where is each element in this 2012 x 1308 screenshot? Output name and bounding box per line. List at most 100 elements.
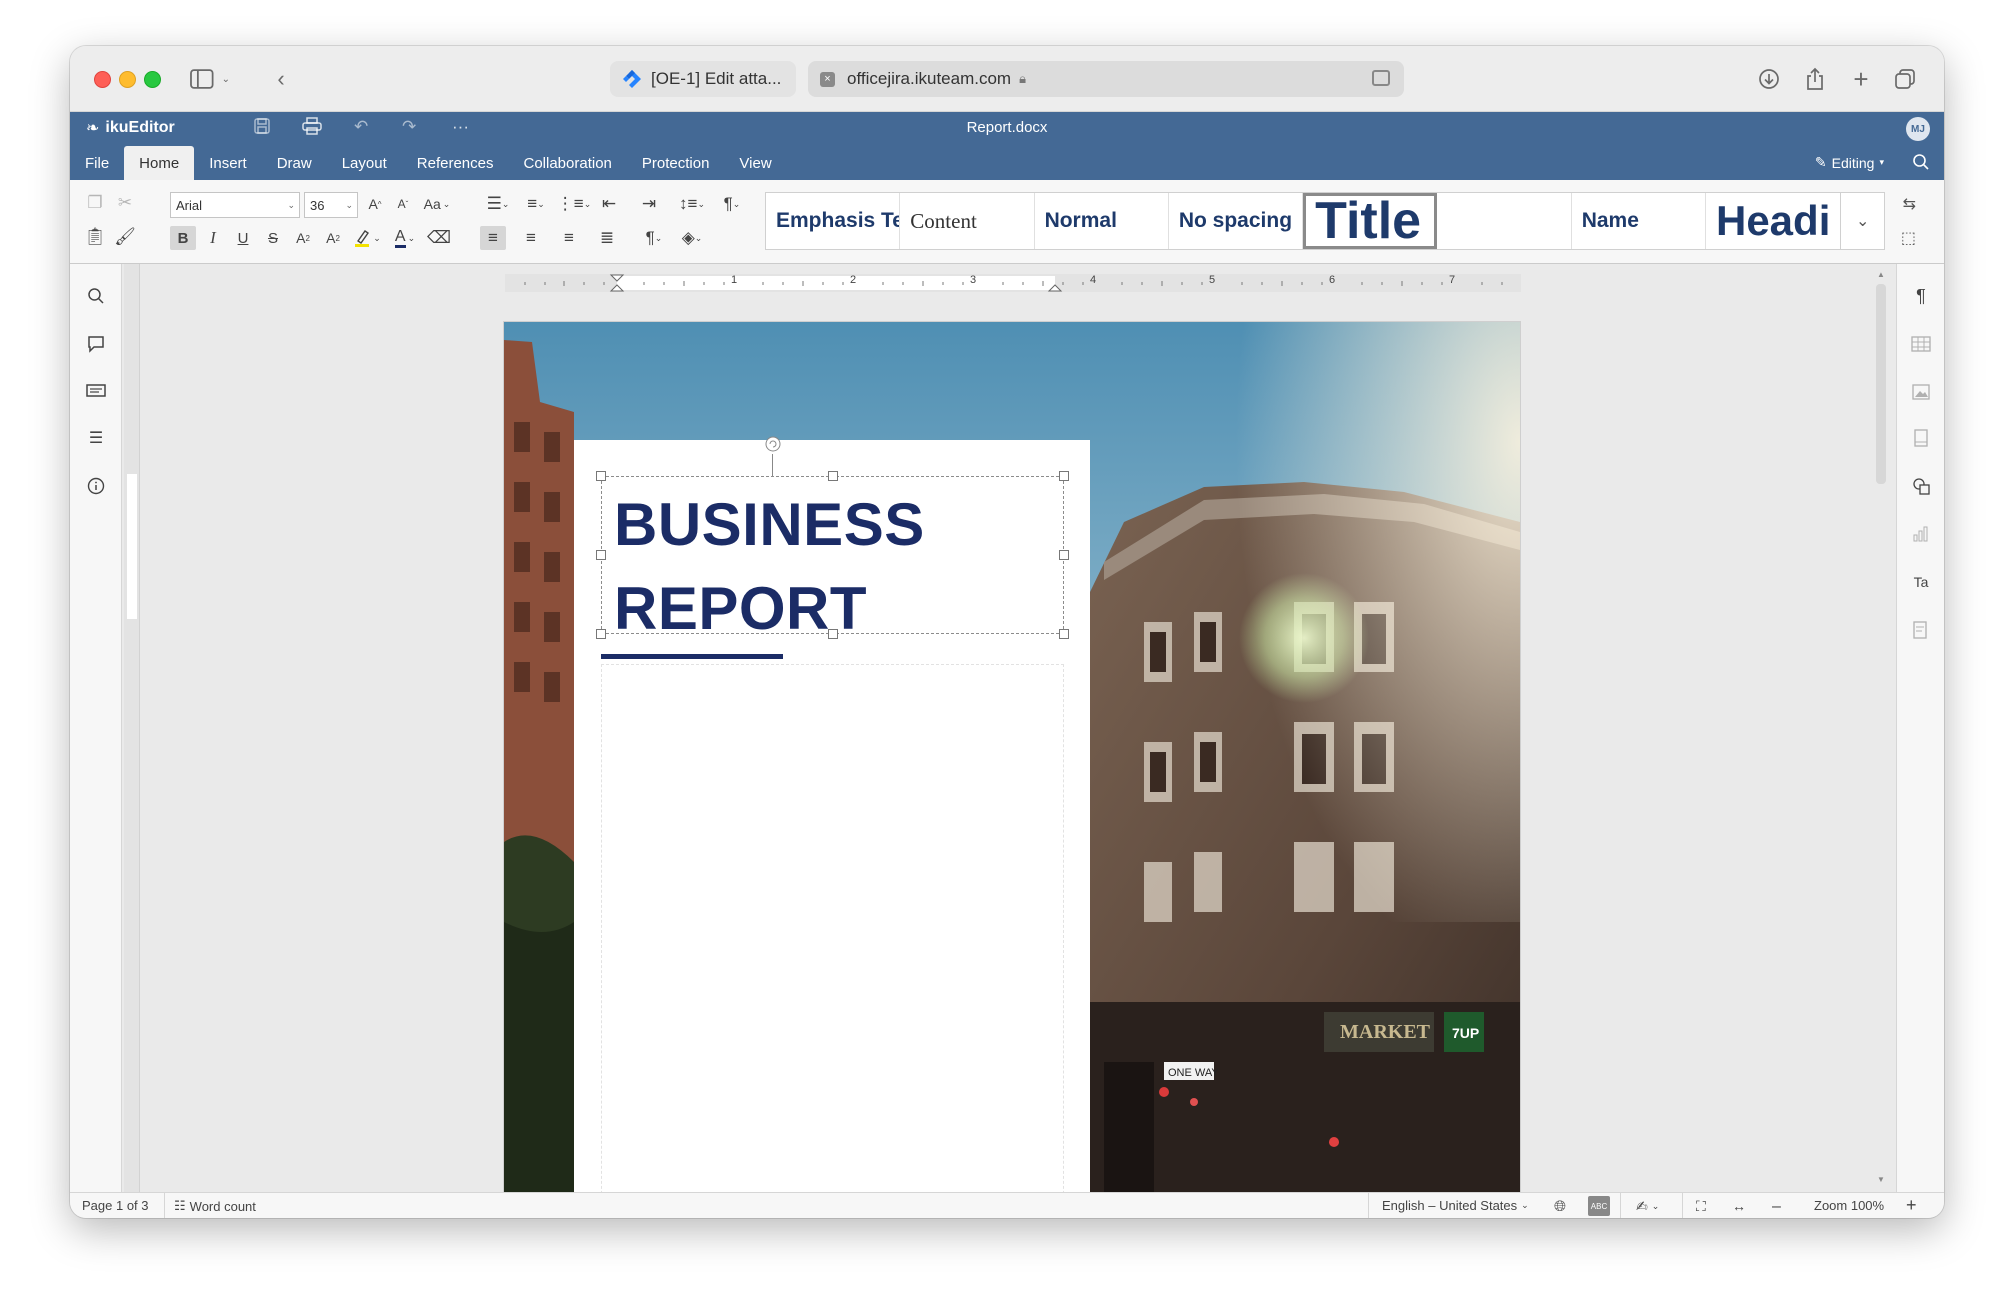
menu-file[interactable]: File bbox=[70, 146, 124, 180]
share-icon[interactable] bbox=[1800, 62, 1830, 96]
scroll-up-icon[interactable]: ▲ bbox=[1877, 270, 1885, 279]
change-case-icon[interactable]: Aa ⌄ bbox=[420, 192, 454, 216]
search-icon[interactable] bbox=[84, 284, 108, 308]
align-right-icon[interactable]: ≡ bbox=[556, 226, 582, 250]
numbered-list-icon[interactable]: ≡ ⌄ bbox=[518, 192, 554, 216]
body-text-frame[interactable] bbox=[601, 664, 1064, 1192]
increase-font-icon[interactable]: A ^ bbox=[364, 192, 386, 216]
tab-overview-icon[interactable] bbox=[1890, 62, 1920, 96]
zoom-level[interactable]: Zoom 100% bbox=[1814, 1198, 1884, 1213]
page-indicator[interactable]: Page 1 of 3 bbox=[82, 1198, 149, 1213]
style-name[interactable]: Name bbox=[1572, 193, 1706, 249]
bullet-list-icon[interactable]: ☰ ⌄ bbox=[480, 192, 516, 216]
address-bar[interactable]: × officejira.ikuteam.com 🔒︎ bbox=[808, 61, 1404, 97]
menu-draw[interactable]: Draw bbox=[262, 146, 327, 180]
strikethrough-icon[interactable]: S bbox=[260, 226, 286, 250]
word-count-button[interactable]: ☷ Word count bbox=[174, 1198, 256, 1214]
sidebar-toggle-icon[interactable]: ⌄ bbox=[190, 62, 230, 96]
chat-icon[interactable] bbox=[84, 380, 108, 404]
align-center-icon[interactable]: ≡ bbox=[518, 226, 544, 250]
align-left-icon[interactable]: ≡ bbox=[480, 226, 506, 250]
style-title[interactable]: Title bbox=[1303, 193, 1438, 249]
superscript-icon[interactable]: A2 bbox=[290, 226, 316, 250]
navigation-icon[interactable]: ☰ bbox=[84, 426, 108, 450]
scrollbar-thumb[interactable] bbox=[1876, 284, 1886, 484]
decrease-font-icon[interactable]: Aˇ bbox=[392, 192, 414, 216]
bold-icon[interactable]: B bbox=[170, 226, 196, 250]
new-tab-icon[interactable]: + bbox=[1846, 62, 1876, 96]
image-settings-icon[interactable] bbox=[1909, 380, 1933, 404]
font-color-icon[interactable]: A ⌄ bbox=[388, 226, 422, 250]
zoom-in-icon[interactable]: + bbox=[1906, 1195, 1917, 1216]
reader-icon[interactable] bbox=[1372, 70, 1390, 86]
nonprinting-characters-icon[interactable]: ¶ ⌄ bbox=[636, 226, 672, 250]
back-icon[interactable]: ‹ bbox=[266, 62, 296, 96]
menu-layout[interactable]: Layout bbox=[327, 146, 402, 180]
close-window-button[interactable] bbox=[94, 71, 111, 88]
menu-view[interactable]: View bbox=[724, 146, 786, 180]
form-settings-icon[interactable] bbox=[1909, 618, 1933, 642]
shape-settings-icon[interactable] bbox=[1909, 474, 1933, 498]
paragraph-settings-icon[interactable]: ¶ bbox=[1909, 284, 1933, 308]
menu-protection[interactable]: Protection bbox=[627, 146, 725, 180]
cut-icon[interactable]: ✂ bbox=[112, 191, 138, 215]
minimize-window-button[interactable] bbox=[119, 71, 136, 88]
highlight-icon[interactable]: ⌄ bbox=[350, 226, 384, 250]
select-icon[interactable]: ⬚ bbox=[1901, 228, 1916, 248]
resize-handle[interactable] bbox=[1059, 629, 1069, 639]
underline-icon[interactable]: U bbox=[230, 226, 256, 250]
scroll-down-icon[interactable]: ▼ bbox=[1877, 1175, 1885, 1184]
zoom-out-icon[interactable]: – bbox=[1772, 1198, 1781, 1216]
menu-insert[interactable]: Insert bbox=[194, 146, 262, 180]
line-spacing-icon[interactable]: ↕≡ ⌄ bbox=[674, 192, 710, 216]
resize-handle[interactable] bbox=[1059, 471, 1069, 481]
title-textbox[interactable]: BUSINESS REPORT bbox=[596, 471, 1069, 642]
style-heading[interactable]: Headi bbox=[1706, 193, 1840, 249]
header-footer-settings-icon[interactable] bbox=[1909, 426, 1933, 450]
spellcheck-icon[interactable]: ABC bbox=[1588, 1196, 1610, 1216]
zoom-window-button[interactable] bbox=[144, 71, 161, 88]
menu-collaboration[interactable]: Collaboration bbox=[508, 146, 626, 180]
resize-handle[interactable] bbox=[828, 629, 838, 639]
rotate-handle-icon[interactable] bbox=[763, 434, 783, 454]
avatar[interactable]: MJ bbox=[1906, 117, 1930, 141]
fit-width-icon[interactable]: ↔ bbox=[1732, 1198, 1746, 1214]
clear-formatting-icon[interactable]: ⌫ bbox=[426, 226, 452, 250]
track-changes-icon[interactable]: ✍ ⌄ bbox=[1636, 1198, 1659, 1215]
style-normal[interactable]: Normal bbox=[1035, 193, 1169, 249]
fit-page-icon[interactable]: ⛶ bbox=[1696, 1198, 1706, 1215]
paste-icon[interactable]: 📋︎ bbox=[82, 225, 108, 249]
resize-handle[interactable] bbox=[596, 471, 606, 481]
comments-icon[interactable] bbox=[84, 332, 108, 356]
menu-home[interactable]: Home bbox=[124, 146, 195, 180]
globe-icon[interactable]: 🌐︎ bbox=[1554, 1198, 1566, 1215]
downloads-icon[interactable] bbox=[1754, 62, 1784, 96]
document-page[interactable]: MARKET 7UP ONE WAY BUSINESS REPORT bbox=[504, 322, 1520, 1192]
subscript-icon[interactable]: A2 bbox=[320, 226, 346, 250]
font-family-select[interactable]: Arial ⌄ bbox=[170, 192, 300, 218]
resize-handle[interactable] bbox=[1059, 550, 1069, 560]
multilevel-list-icon[interactable]: ⋮≡ ⌄ bbox=[556, 192, 592, 216]
language-select[interactable]: English – United States ⌄ bbox=[1382, 1198, 1529, 1213]
style-emphasis[interactable]: Emphasis Te bbox=[766, 193, 901, 249]
style-blank[interactable] bbox=[1437, 193, 1572, 249]
browser-tab-jira[interactable]: [OE-1] Edit atta... bbox=[610, 61, 796, 97]
style-no-spacing[interactable]: No spacing bbox=[1169, 193, 1304, 249]
decrease-indent-icon[interactable]: ⇤ bbox=[596, 192, 622, 216]
italic-icon[interactable]: I bbox=[200, 226, 226, 250]
justify-icon[interactable]: ≣ bbox=[594, 226, 620, 250]
style-content[interactable]: Content bbox=[900, 193, 1035, 249]
vertical-scrollbar[interactable]: ▲ ▼ bbox=[1874, 270, 1888, 1184]
copy-icon[interactable]: ❐ bbox=[82, 191, 108, 215]
report-title[interactable]: BUSINESS REPORT bbox=[614, 483, 925, 651]
info-icon[interactable] bbox=[84, 474, 108, 498]
table-settings-icon[interactable] bbox=[1909, 332, 1933, 356]
menu-references[interactable]: References bbox=[402, 146, 509, 180]
increase-indent-icon[interactable]: ⇥ bbox=[636, 192, 662, 216]
resize-handle[interactable] bbox=[596, 550, 606, 560]
replace-icon[interactable]: ⇆ bbox=[1903, 194, 1916, 214]
paragraph-direction-icon[interactable]: ¶ ⌄ bbox=[714, 192, 750, 216]
shading-icon[interactable]: ◈ ⌄ bbox=[674, 226, 710, 250]
format-painter-icon[interactable]: 🖌︎ bbox=[112, 225, 138, 249]
search-icon[interactable] bbox=[1912, 153, 1930, 176]
